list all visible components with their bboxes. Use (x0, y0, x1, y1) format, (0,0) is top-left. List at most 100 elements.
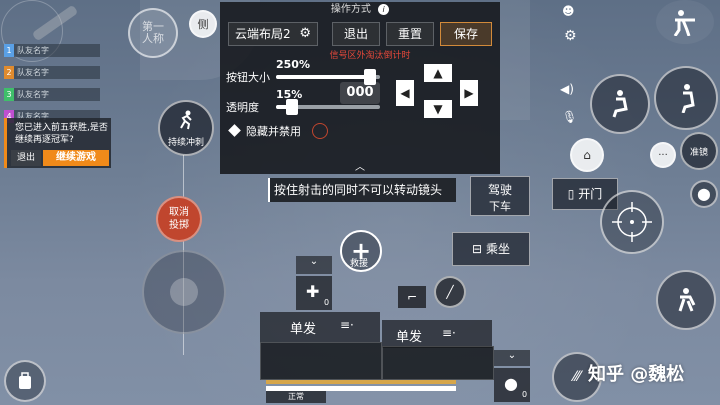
fire-mode-right[interactable]: 单发 ≡· (382, 320, 492, 348)
panel-save-button[interactable]: 保存 (440, 22, 492, 46)
emote-icon[interactable]: ☻ (562, 4, 582, 20)
team-member-name: 队友名字 (17, 46, 49, 55)
panel-reset-button[interactable]: 重置 (386, 22, 434, 46)
melee-slot[interactable]: ╱ (434, 276, 466, 308)
microphone-icon[interactable]: 🎙 (562, 110, 577, 126)
scope-button[interactable]: 准镜 (680, 132, 718, 170)
layout-select[interactable]: 云端布局2 ⚙ (228, 22, 318, 46)
team-member-name: 队友名字 (17, 68, 49, 77)
disabled-icon (312, 123, 328, 139)
burst-icon: ≡· (442, 326, 456, 340)
running-icon (180, 110, 192, 130)
opacity-slider[interactable] (276, 99, 380, 115)
backpack-icon (19, 372, 31, 389)
pistol-slot[interactable]: ⌐ (398, 286, 426, 308)
auto-run-button[interactable]: ⌂ (570, 138, 604, 172)
settings-gear-icon[interactable]: ⚙ (564, 28, 580, 44)
speaker-icon[interactable]: ◀) (560, 82, 576, 98)
movement-joystick[interactable] (142, 250, 226, 334)
shoe-icon: ⌂ (583, 148, 591, 162)
status-text: 正常 (266, 391, 326, 403)
sprint-label: 持续冲刺 (167, 138, 204, 148)
size-slider-fill (276, 75, 370, 79)
stance-indicator (656, 0, 714, 44)
scope-label: 准镜 (689, 147, 708, 158)
crouch-icon (612, 90, 628, 118)
joystick-knob[interactable] (170, 278, 198, 306)
cancel-throw-label: 取消投掷 (169, 207, 189, 231)
drive-exit-button[interactable]: 驾驶 下车 (470, 176, 530, 216)
grenade-slot[interactable]: ● 0 (494, 368, 530, 402)
size-label: 按钮大小 (226, 71, 270, 84)
grenade-expand-button[interactable]: ⌄ (494, 350, 530, 366)
open-door-label: 开门 (578, 187, 603, 201)
health-bar (266, 380, 456, 384)
backpack-button[interactable] (4, 360, 46, 402)
knife-icon: ╱ (446, 285, 454, 299)
weapon-slot-2[interactable] (382, 346, 494, 380)
weapon-slot-1[interactable] (260, 342, 382, 380)
bullets-icon: ⁄⁄⁄ (573, 369, 581, 385)
exit-vehicle-label: 下车 (489, 200, 511, 213)
move-down-button[interactable]: ▼ (424, 100, 452, 118)
layout-settings-panel: 操作方式 i 云端布局2 ⚙ 退出 重置 保存 信号区外淘汰倒计时 按钮大小 2… (220, 2, 500, 174)
crosshair-icon (612, 202, 652, 242)
prompt-exit-button[interactable]: 退出 (11, 150, 41, 166)
layout-name: 云端布局2 (235, 27, 291, 41)
info-icon[interactable]: i (378, 4, 390, 15)
move-up-button[interactable]: ▲ (424, 64, 452, 82)
view-toggle-label: 第一人称 (142, 20, 164, 45)
panel-title-bar: 操作方式 i (220, 2, 500, 18)
panel-title: 操作方式 (330, 4, 371, 15)
cancel-throw-button[interactable]: 取消投掷 (156, 196, 202, 242)
watermark: 知乎 @魏松 (588, 364, 685, 385)
size-slider[interactable] (276, 69, 380, 85)
lean-icon (681, 84, 695, 113)
ride-label: 乘坐 (485, 242, 510, 256)
hide-disable-checkbox[interactable] (228, 124, 241, 137)
medkit-expand-button[interactable]: ⌄ (296, 256, 332, 274)
opacity-label: 透明度 (226, 101, 259, 114)
team-member-2: 2 队友名字 (4, 66, 100, 79)
side-view-label: 侧 (197, 18, 209, 31)
medkit-slot[interactable]: ✚ 0 (296, 276, 332, 310)
map-marker-button[interactable]: ⬤ (690, 180, 718, 208)
panel-collapse-chevron-icon[interactable]: ︿ (346, 158, 374, 173)
team-member-number: 1 (4, 44, 14, 57)
burst-icon: ≡· (340, 318, 354, 332)
door-icon: ▯ (567, 187, 575, 201)
opacity-slider-knob[interactable] (286, 99, 298, 115)
medkit-icon: ✚ (306, 282, 320, 301)
view-toggle-button[interactable]: 第一人称 (128, 8, 178, 58)
team-member-name: 队友名字 (17, 90, 49, 99)
fire-mode-left[interactable]: 单发 ≡· (260, 312, 380, 342)
continue-game-button[interactable]: 继续游戏 (43, 150, 109, 166)
pistol-icon: ⌐ (406, 290, 418, 304)
move-left-button[interactable]: ◀ (396, 80, 414, 106)
gear-icon: ⚙ (299, 26, 311, 41)
rescue-label: 救援 (349, 259, 368, 269)
seat-icon: ⊟ (472, 242, 483, 256)
crouch-button[interactable] (590, 74, 650, 134)
fire-mode-label: 单发 (396, 330, 423, 345)
location-pin-icon: ⬤ (697, 187, 711, 201)
hide-disable-label: 隐藏并禁用 (246, 125, 301, 138)
drive-label: 驾驶 (487, 183, 512, 197)
panel-exit-button[interactable]: 退出 (332, 22, 380, 46)
continue-prompt: 您已进入前五获胜,是否继续再逐冠军? 退出 继续游戏 (4, 118, 111, 168)
sprint-button[interactable]: 持续冲刺 (158, 100, 214, 156)
side-view-button[interactable]: 侧 (189, 10, 217, 38)
zone-warning: 信号区外淘汰倒计时 (329, 51, 411, 61)
size-value: 250% (276, 58, 310, 71)
lean-button[interactable] (654, 66, 718, 130)
aim-joystick[interactable] (600, 190, 664, 254)
team-member-3: 3 队友名字 (4, 88, 100, 101)
prone-button[interactable] (656, 270, 716, 330)
grenade-count: 0 (522, 390, 528, 399)
team-member-number: 2 (4, 66, 14, 79)
move-right-button[interactable]: ▶ (460, 80, 478, 106)
team-member-number: 3 (4, 88, 14, 101)
chat-button[interactable]: ··· (650, 142, 676, 168)
chat-icon: ··· (658, 149, 668, 161)
ride-button[interactable]: ⊟ 乘坐 (452, 232, 530, 266)
